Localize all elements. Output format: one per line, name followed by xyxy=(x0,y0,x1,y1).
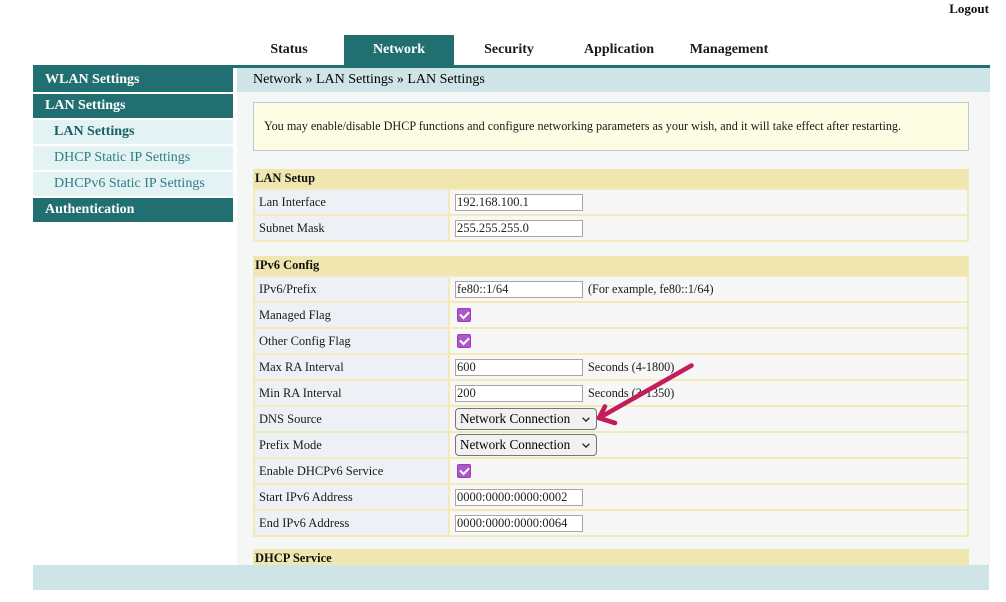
field-label: Start IPv6 Address xyxy=(255,485,448,509)
prefix-mode-select-wrap: Network Connection xyxy=(455,434,597,456)
footer-strip xyxy=(33,565,989,590)
field-label: Other Config Flag xyxy=(255,329,448,353)
top-nav-tabs: StatusNetworkSecurityApplicationManageme… xyxy=(234,35,784,65)
tab-status[interactable]: Status xyxy=(234,35,344,65)
lan-interface-input[interactable] xyxy=(455,194,583,211)
config-tables: LAN Setup Lan InterfaceSubnet Mask IPv6 Co… xyxy=(237,169,990,565)
field-value-cell: Seconds (4-1800) xyxy=(450,355,967,379)
field-label: Lan Interface xyxy=(255,190,448,214)
section-header-lan-setup: LAN Setup xyxy=(253,169,969,188)
field-hint: Seconds (3-1350) xyxy=(588,386,674,401)
router-admin-page: Logout StatusNetworkSecurityApplicationM… xyxy=(0,0,1006,602)
tab-application[interactable]: Application xyxy=(564,35,674,65)
prefix-mode-select[interactable]: Network Connection xyxy=(455,434,597,456)
field-label: DNS Source xyxy=(255,407,448,431)
sidebar-item-wlan-settings[interactable]: WLAN Settings xyxy=(33,68,233,92)
config-row-lan-interface: Lan Interface xyxy=(255,190,967,214)
sidebar-item-dhcp-static-ip-settings-sub[interactable]: DHCP Static IP Settings xyxy=(33,146,233,170)
field-value-cell: (For example, fe80::1/64) xyxy=(450,277,967,301)
field-value-cell xyxy=(450,329,967,353)
end-ipv6-address-input[interactable] xyxy=(455,515,583,532)
field-label: Enable DHCPv6 Service xyxy=(255,459,448,483)
field-label: Subnet Mask xyxy=(255,216,448,240)
field-label: Managed Flag xyxy=(255,303,448,327)
config-row-min-ra-interval: Min RA Interval Seconds (3-1350) xyxy=(255,381,967,405)
config-row-ipv6-prefix: IPv6/Prefix (For example, fe80::1/64) xyxy=(255,277,967,301)
field-hint: Seconds (4-1800) xyxy=(588,360,674,375)
breadcrumb: Network » LAN Settings » LAN Settings xyxy=(237,68,990,92)
field-value-cell xyxy=(450,303,967,327)
sidebar-item-dhcpv6-static-ip-settings-sub[interactable]: DHCPv6 Static IP Settings xyxy=(33,172,233,196)
config-row-max-ra-interval: Max RA Interval Seconds (4-1800) xyxy=(255,355,967,379)
section-header-ipv6-config: IPv6 Config xyxy=(253,256,969,275)
notice-text: You may enable/disable DHCP functions an… xyxy=(264,119,901,134)
layout-container: StatusNetworkSecurityApplicationManageme… xyxy=(33,0,990,590)
field-value-cell xyxy=(450,511,967,535)
sidebar-item-lan-settings[interactable]: LAN Settings xyxy=(33,94,233,118)
tab-management[interactable]: Management xyxy=(674,35,784,65)
tab-security[interactable]: Security xyxy=(454,35,564,65)
config-row-prefix-mode: Prefix Mode Network Connection xyxy=(255,433,967,457)
min-ra-interval-input[interactable] xyxy=(455,385,583,402)
config-row-dns-source: DNS Source Network Connection xyxy=(255,407,967,431)
body-row: WLAN SettingsLAN SettingsLAN SettingsDHC… xyxy=(33,68,990,565)
sidebar-item-authentication[interactable]: Authentication xyxy=(33,198,233,222)
config-row-start-ipv6-address: Start IPv6 Address xyxy=(255,485,967,509)
field-value-cell xyxy=(450,459,967,483)
max-ra-interval-input[interactable] xyxy=(455,359,583,376)
dns-source-select-wrap: Network Connection xyxy=(455,408,597,430)
field-label: End IPv6 Address xyxy=(255,511,448,535)
field-value-cell xyxy=(450,485,967,509)
sidebar-nav: WLAN SettingsLAN SettingsLAN SettingsDHC… xyxy=(33,68,233,565)
dns-source-select[interactable]: Network Connection xyxy=(455,408,597,430)
tab-network[interactable]: Network xyxy=(344,35,454,65)
section-ipv6-config: IPv6 Config IPv6/Prefix (For example, fe80… xyxy=(253,256,969,537)
main-content: Network » LAN Settings » LAN Settings Yo… xyxy=(237,68,990,565)
field-hint: (For example, fe80::1/64) xyxy=(588,282,714,297)
field-value-cell xyxy=(450,216,967,240)
config-row-subnet-mask: Subnet Mask xyxy=(255,216,967,240)
config-row-end-ipv6-address: End IPv6 Address xyxy=(255,511,967,535)
enable-dhcpv6-service-checkbox[interactable] xyxy=(457,464,471,478)
field-value-cell xyxy=(450,190,967,214)
field-label: IPv6/Prefix xyxy=(255,277,448,301)
section-lan-setup: LAN Setup Lan InterfaceSubnet Mask xyxy=(253,169,969,242)
other-config-flag-checkbox[interactable] xyxy=(457,334,471,348)
start-ipv6-address-input[interactable] xyxy=(455,489,583,506)
notice-box: You may enable/disable DHCP functions an… xyxy=(253,102,969,151)
subnet-mask-input[interactable] xyxy=(455,220,583,237)
ipv6-prefix-input[interactable] xyxy=(455,281,583,298)
field-label: Min RA Interval xyxy=(255,381,448,405)
config-row-other-config-flag: Other Config Flag xyxy=(255,329,967,353)
field-value-cell: Network Connection xyxy=(450,433,967,457)
config-row-managed-flag: Managed Flag xyxy=(255,303,967,327)
sidebar-item-lan-settings-sub[interactable]: LAN Settings xyxy=(33,120,233,144)
config-row-enable-dhcpv6-service: Enable DHCPv6 Service xyxy=(255,459,967,483)
field-value-cell: Network Connection xyxy=(450,407,967,431)
field-label: Prefix Mode xyxy=(255,433,448,457)
section-header-dhcp-service: DHCP Service xyxy=(253,549,969,565)
managed-flag-checkbox[interactable] xyxy=(457,308,471,322)
field-label: Max RA Interval xyxy=(255,355,448,379)
field-value-cell: Seconds (3-1350) xyxy=(450,381,967,405)
section-dhcp-service: DHCP Service xyxy=(253,549,969,565)
